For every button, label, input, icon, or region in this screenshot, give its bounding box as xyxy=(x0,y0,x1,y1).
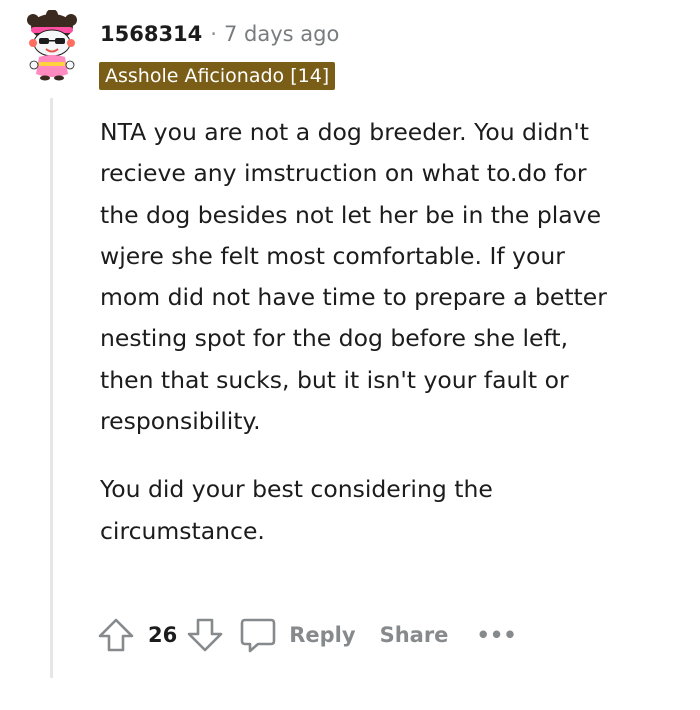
comment-header: 1568314 · 7 days ago xyxy=(100,22,339,46)
downvote-icon[interactable] xyxy=(185,615,225,655)
comment-paragraph: You did your best considering the circum… xyxy=(100,475,493,545)
share-button[interactable]: Share xyxy=(380,623,449,647)
vote-count: 26 xyxy=(148,623,178,647)
user-flair: Asshole Aficionado [14] xyxy=(99,62,336,90)
reply-button[interactable]: Reply xyxy=(239,615,356,655)
thread-line[interactable] xyxy=(50,98,53,678)
username[interactable]: 1568314 xyxy=(100,22,202,46)
more-dots-icon[interactable]: ••• xyxy=(476,623,516,647)
comment-paragraph: NTA you are not a dog breeder. You didn'… xyxy=(100,118,607,436)
comment-body: NTA you are not a dog breeder. You didn'… xyxy=(100,112,620,579)
comment: 1568314 · 7 days ago Asshole Aficionado … xyxy=(0,0,700,710)
speech-bubble-icon xyxy=(239,615,277,655)
reply-label: Reply xyxy=(289,623,356,647)
separator-dot: · xyxy=(210,22,217,46)
user-avatar[interactable] xyxy=(22,9,82,82)
snoo-avatar-icon xyxy=(27,9,77,81)
comment-actions: 26 Reply Share ••• xyxy=(96,612,517,658)
timestamp[interactable]: 7 days ago xyxy=(224,22,339,46)
upvote-icon[interactable] xyxy=(96,615,136,655)
